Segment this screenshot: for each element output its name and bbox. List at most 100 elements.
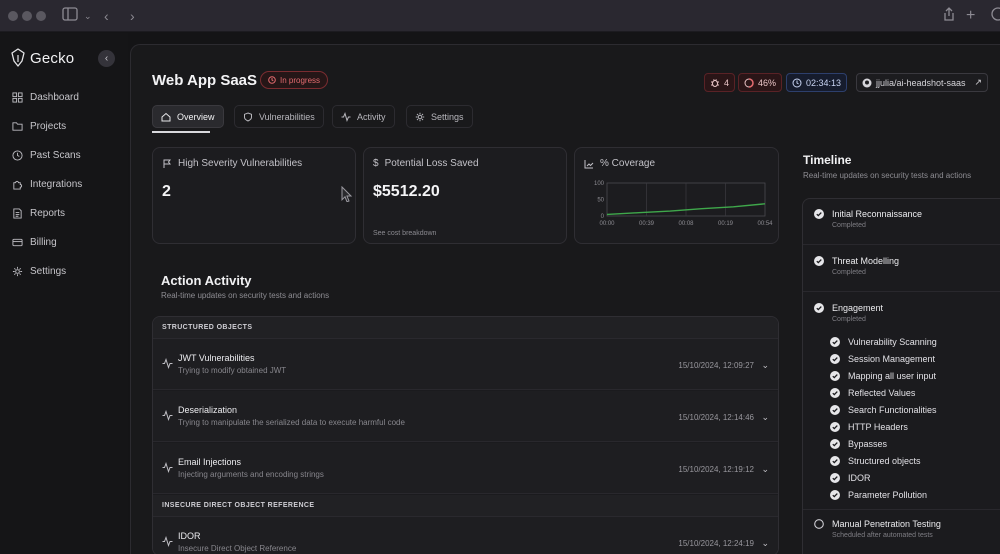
timeline-step[interactable]: Engagement Completed: [814, 303, 883, 323]
timeline-panel: Initial Reconnaissance Completed Threat M…: [802, 198, 1000, 554]
activity-row[interactable]: JWT Vulnerabilities Trying to modify obt…: [153, 339, 778, 390]
step-status: Completed: [832, 316, 866, 323]
y-tick-label: 100: [594, 181, 605, 187]
window-minimize-button[interactable]: [22, 11, 32, 21]
y-tick-label: 0: [601, 214, 605, 220]
share-icon[interactable]: [943, 7, 955, 25]
tab-settings[interactable]: Settings: [406, 105, 473, 128]
sidebar-item-dashboard[interactable]: Dashboard: [12, 88, 79, 106]
sidebar-item-label: Settings: [30, 265, 67, 277]
new-tab-icon[interactable]: +: [966, 7, 975, 25]
forward-icon[interactable]: ›: [130, 7, 135, 25]
check-circle-icon: [830, 422, 840, 432]
y-tick-label: 50: [597, 198, 604, 204]
app-logo[interactable]: Gecko: [10, 47, 74, 69]
group-header: INSECURE DIRECT OBJECT REFERENCE: [153, 495, 778, 517]
card-header: $ Potential Loss Saved: [373, 158, 479, 169]
sidebar-item-reports[interactable]: Reports: [12, 204, 65, 222]
chevron-down-icon[interactable]: ⌄: [761, 464, 769, 475]
timeline-step[interactable]: Threat Modelling Completed: [814, 256, 899, 276]
sidebar-item-settings[interactable]: Settings: [12, 262, 66, 280]
timeline-substep[interactable]: Search Functionalities: [830, 405, 937, 415]
check-circle-icon: [814, 256, 824, 266]
sidebar-item-label: Past Scans: [30, 149, 81, 161]
divider: [803, 509, 1000, 510]
chevron-down-icon[interactable]: ⌄: [761, 538, 769, 549]
substep-label: Parameter Pollution: [848, 490, 928, 500]
activity-icon: [162, 536, 173, 547]
sidebar-toggle-icon[interactable]: [62, 7, 78, 25]
clock-icon: [12, 149, 23, 161]
activity-row[interactable]: Deserialization Trying to manipulate the…: [153, 391, 778, 442]
check-circle-icon: [830, 490, 840, 500]
back-icon[interactable]: ‹: [104, 7, 109, 25]
high-severity-card[interactable]: High Severity Vulnerabilities 2: [152, 147, 356, 244]
timer-badge[interactable]: 02:34:13: [786, 73, 848, 92]
timeline-substep[interactable]: Mapping all user input: [830, 371, 936, 381]
step-status: Scheduled after automated tests: [832, 532, 933, 539]
step-title: Initial Reconnaissance: [832, 209, 923, 219]
status-text: In progress: [280, 75, 321, 85]
timeline-substep[interactable]: Session Management: [830, 354, 935, 364]
timeline-step[interactable]: Initial Reconnaissance Completed: [814, 209, 922, 229]
progress-badge[interactable]: 46%: [738, 73, 783, 92]
step-title: Engagement: [832, 303, 884, 313]
timeline-substep[interactable]: Bypasses: [830, 439, 887, 449]
chevron-down-icon[interactable]: ⌄: [761, 412, 769, 423]
bug-count: 4: [724, 77, 730, 88]
flag-icon: [163, 159, 171, 168]
step-status: Completed: [832, 222, 866, 229]
tab-label: Settings: [431, 111, 464, 122]
tab-overview[interactable]: Overview: [152, 105, 224, 128]
timeline-substep[interactable]: Parameter Pollution: [830, 490, 927, 500]
home-icon: [161, 112, 171, 121]
timeline-substep[interactable]: Structured objects: [830, 456, 921, 466]
tab-activity[interactable]: Activity: [332, 105, 395, 128]
sidebar-item-past-scans[interactable]: Past Scans: [12, 146, 81, 164]
app-name: Gecko: [30, 49, 75, 67]
sidebar-item-projects[interactable]: Projects: [12, 117, 66, 135]
gecko-logo-icon: [11, 48, 25, 67]
cost-breakdown-link[interactable]: See cost breakdown: [373, 230, 436, 237]
page-title: Web App SaaS: [152, 72, 258, 89]
potential-loss-card[interactable]: $ Potential Loss Saved $5512.20 See cost…: [363, 147, 567, 244]
mouse-cursor-icon: [341, 186, 353, 202]
tab-label: Overview: [177, 111, 215, 122]
timeline-substep[interactable]: IDOR: [830, 473, 871, 483]
sidebar-item-integrations[interactable]: Integrations: [12, 175, 82, 193]
chevron-down-icon[interactable]: ⌄: [84, 7, 92, 25]
check-circle-icon: [830, 405, 840, 415]
activity-row[interactable]: Email Injections Injecting arguments and…: [153, 443, 778, 494]
collapse-sidebar-button[interactable]: ‹: [98, 50, 115, 67]
timeline-substep[interactable]: Vulnerability Scanning: [830, 337, 937, 347]
check-circle-icon: [814, 209, 824, 219]
sidebar-item-label: Billing: [30, 236, 57, 248]
bug-count-badge[interactable]: 4: [704, 73, 736, 92]
sidebar-item-label: Reports: [30, 207, 66, 219]
tab-vulnerabilities[interactable]: Vulnerabilities: [234, 105, 324, 128]
sidebar-item-label: Projects: [30, 120, 67, 132]
timeline-step[interactable]: Manual Penetration Testing Scheduled afte…: [814, 519, 941, 539]
chevron-down-icon[interactable]: ⌄: [761, 360, 769, 371]
activity-timestamp: 15/10/2024, 12:09:27: [678, 361, 754, 370]
high-severity-count: 2: [162, 183, 171, 200]
tab-overview-icon[interactable]: [990, 7, 1000, 25]
activity-timestamp: 15/10/2024, 12:14:46: [678, 413, 754, 422]
sidebar-item-billing[interactable]: Billing: [12, 233, 57, 251]
activity-icon: [341, 111, 351, 122]
activity-row[interactable]: IDOR Insecure Direct Object Reference 15…: [153, 517, 778, 554]
group-header: STRUCTURED OBJECTS: [153, 317, 778, 339]
divider: [803, 291, 1000, 292]
card-label: High Severity Vulnerabilities: [178, 158, 303, 169]
grid-icon: [12, 91, 23, 103]
substep-label: Session Management: [848, 354, 936, 364]
window-close-button[interactable]: [8, 11, 18, 21]
puzzle-icon: [13, 180, 23, 190]
activity-description: Trying to manipulate the serialized data…: [178, 418, 405, 427]
repo-link[interactable]: jjulia/ai-headshot-saas ↗: [856, 73, 988, 92]
x-tick-label: 00:54: [757, 221, 773, 227]
timeline-substep[interactable]: HTTP Headers: [830, 422, 908, 432]
window-zoom-button[interactable]: [36, 11, 46, 21]
check-circle-icon: [830, 388, 840, 398]
timeline-substep[interactable]: Reflected Values: [830, 388, 915, 398]
